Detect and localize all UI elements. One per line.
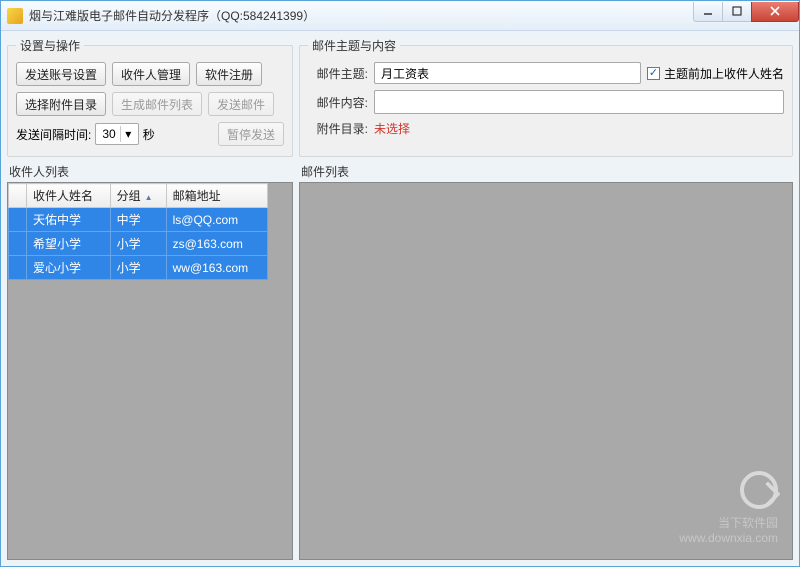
watermark: 当下软件园 www.downxia.com [679,471,778,547]
cell-group: 中学 [110,208,166,232]
body-label: 邮件内容: [308,94,368,111]
row-selector[interactable] [9,208,27,232]
table-header-row: 收件人姓名 分组 邮箱地址 [9,184,268,208]
recipients-column: 收件人列表 收件人姓名 分组 邮箱地址 [7,161,293,560]
maillist-panel-label: 邮件列表 [301,163,793,180]
prefix-name-checkbox[interactable]: 主题前加上收件人姓名 [647,65,784,82]
table-row[interactable]: 希望小学 小学 zs@163.com [9,232,268,256]
cell-email: zs@163.com [166,232,267,256]
interval-value: 30 [102,127,115,141]
interval-unit: 秒 [143,126,155,143]
table-row[interactable]: 天佑中学 中学 ls@QQ.com [9,208,268,232]
subject-legend: 邮件主题与内容 [308,37,400,54]
register-button[interactable]: 软件注册 [196,62,262,86]
maillist-panel: 当下软件园 www.downxia.com [299,182,793,560]
watermark-logo-icon [740,471,778,509]
subject-label: 邮件主题: [308,65,368,82]
recipients-panel: 收件人姓名 分组 邮箱地址 天佑中学 中学 ls@QQ.com [7,182,293,560]
chevron-down-icon: ▾ [120,126,136,142]
subject-group: 邮件主题与内容 邮件主题: 月工资表 主题前加上收件人姓名 邮件内容: 附件目录… [299,37,793,157]
window-title: 烟与江难版电子邮件自动分发程序（QQ:584241399） [29,7,694,24]
client-area: 设置与操作 发送账号设置 收件人管理 软件注册 选择附件目录 生成邮件列表 发送… [1,31,799,566]
cell-group: 小学 [110,256,166,280]
title-bar: 烟与江难版电子邮件自动分发程序（QQ:584241399） [1,1,799,31]
window-controls [694,2,799,22]
recipients-table[interactable]: 收件人姓名 分组 邮箱地址 天佑中学 中学 ls@QQ.com [8,183,268,280]
cell-group: 小学 [110,232,166,256]
recipient-mgmt-button[interactable]: 收件人管理 [112,62,190,86]
maillist-column: 邮件列表 当下软件园 www.downxia.com [299,161,793,560]
row-selector[interactable] [9,256,27,280]
subject-input[interactable]: 月工资表 [374,62,641,84]
pause-send-button[interactable]: 暂停发送 [218,122,284,146]
settings-group: 设置与操作 发送账号设置 收件人管理 软件注册 选择附件目录 生成邮件列表 发送… [7,37,293,157]
interval-label: 发送间隔时间: [16,126,91,143]
watermark-line2: www.downxia.com [679,531,778,547]
body-input[interactable] [374,90,784,114]
cell-name: 希望小学 [27,232,111,256]
prefix-name-label: 主题前加上收件人姓名 [664,65,784,82]
cell-email: ww@163.com [166,256,267,280]
cell-email: ls@QQ.com [166,208,267,232]
cell-name: 天佑中学 [27,208,111,232]
minimize-button[interactable] [693,2,723,22]
close-button[interactable] [751,2,799,22]
col-name[interactable]: 收件人姓名 [27,184,111,208]
recipients-panel-label: 收件人列表 [9,163,293,180]
maximize-button[interactable] [722,2,752,22]
table-row[interactable]: 爱心小学 小学 ww@163.com [9,256,268,280]
cell-name: 爱心小学 [27,256,111,280]
app-icon [7,8,23,24]
settings-legend: 设置与操作 [16,37,84,54]
attachment-dir-value: 未选择 [374,120,410,137]
subject-input-text: 月工资表 [381,65,429,82]
app-window: 烟与江难版电子邮件自动分发程序（QQ:584241399） 设置与操作 发送账号… [0,0,800,567]
col-group[interactable]: 分组 [110,184,166,208]
checkbox-icon [647,67,660,80]
bottom-row: 收件人列表 收件人姓名 分组 邮箱地址 [7,161,793,560]
attachment-dir-label: 附件目录: [308,120,368,137]
choose-attachment-dir-button[interactable]: 选择附件目录 [16,92,106,116]
col-email[interactable]: 邮箱地址 [166,184,267,208]
row-header-blank [9,184,27,208]
row-selector[interactable] [9,232,27,256]
generate-mail-list-button[interactable]: 生成邮件列表 [112,92,202,116]
interval-select[interactable]: 30 ▾ [95,123,138,145]
top-row: 设置与操作 发送账号设置 收件人管理 软件注册 选择附件目录 生成邮件列表 发送… [7,37,793,157]
watermark-line1: 当下软件园 [679,516,778,532]
send-mail-button[interactable]: 发送邮件 [208,92,274,116]
account-settings-button[interactable]: 发送账号设置 [16,62,106,86]
